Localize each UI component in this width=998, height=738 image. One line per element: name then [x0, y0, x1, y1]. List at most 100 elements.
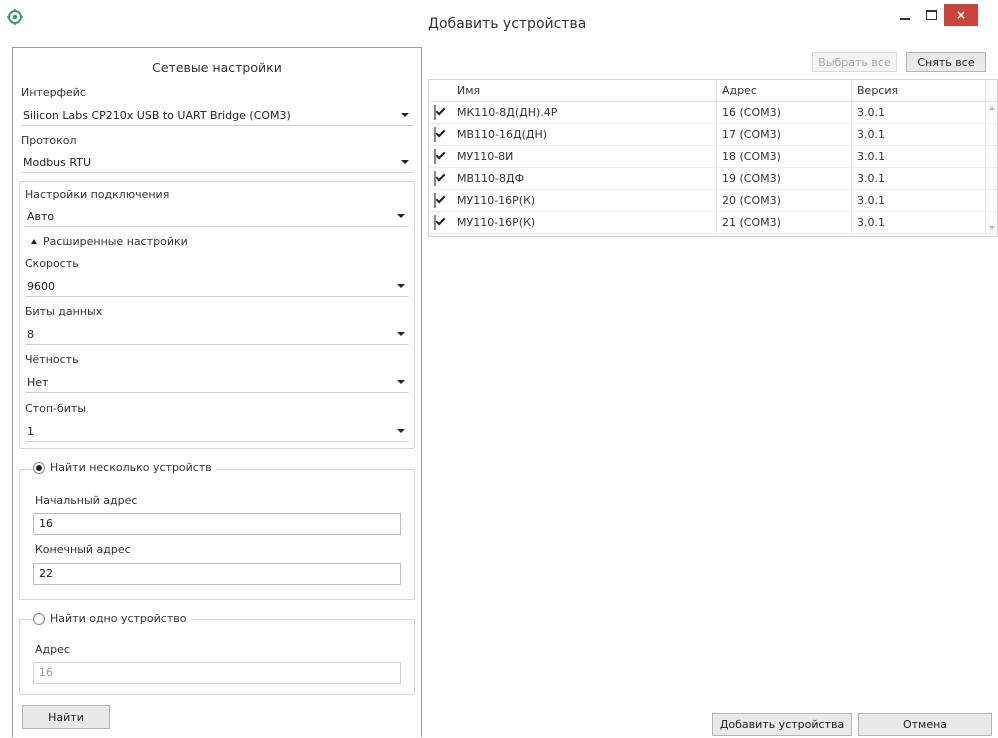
protocol-select[interactable]: Modbus RTU [21, 152, 413, 173]
single-address-label: Адрес [35, 643, 70, 656]
end-address-label: Конечный адрес [35, 543, 131, 556]
cancel-button[interactable]: Отмена [858, 713, 992, 736]
device-version: 3.0.1 [857, 172, 885, 185]
data-bits-label: Биты данных [25, 305, 103, 318]
device-address: 19 (COM3) [717, 168, 852, 189]
devices-table: Имя Адрес Версия МК110-8Д(ДН).4Р 16 (COM… [428, 79, 998, 237]
row-checkbox-cell [429, 102, 452, 123]
checkbox-icon[interactable] [434, 171, 436, 186]
device-version: 3.0.1 [857, 216, 885, 229]
scroll-up-icon[interactable] [989, 106, 995, 110]
table-row[interactable]: МУ110-8И 18 (COM3) 3.0.1 [429, 146, 997, 168]
interface-value: Silicon Labs CP210x USB to UART Bridge (… [23, 108, 291, 122]
device-name: МУ110-16Р(К) [452, 212, 717, 233]
checkbox-icon[interactable] [434, 105, 436, 120]
app-icon [7, 9, 23, 25]
device-name: МУ110-16Р(К) [452, 190, 717, 211]
header-checkbox-cell [429, 80, 452, 101]
device-name: МУ110-8И [452, 146, 717, 167]
start-address-input[interactable]: 16 [33, 513, 401, 535]
stop-bits-select[interactable]: 1 [25, 421, 409, 442]
chevron-down-icon [397, 380, 405, 384]
window-title: Добавить устройства [428, 16, 587, 32]
stop-bits-value: 1 [27, 424, 34, 438]
deselect-all-button[interactable]: Снять все [906, 52, 986, 72]
parity-label: Чётность [25, 353, 79, 366]
stop-bits-label: Стоп-биты [25, 402, 87, 415]
checkbox-icon[interactable] [434, 193, 436, 208]
single-device-label: Найти одно устройство [50, 612, 187, 625]
chevron-down-icon [397, 214, 405, 218]
device-version: 3.0.1 [857, 194, 885, 207]
connection-mode-value: Авто [27, 209, 55, 223]
interface-label: Интерфейс [21, 86, 86, 99]
single-device-option[interactable]: Найти одно устройство [33, 612, 191, 625]
single-address-input[interactable]: 16 [33, 662, 401, 684]
window-controls: × [892, 0, 998, 30]
close-icon[interactable]: × [944, 4, 978, 26]
table-row[interactable]: МК110-8Д(ДН).4Р 16 (COM3) 3.0.1 [429, 102, 997, 124]
chevron-down-icon [397, 284, 405, 288]
minimize-icon[interactable] [892, 4, 918, 26]
device-address: 21 (COM3) [717, 212, 852, 233]
checkbox-icon[interactable] [434, 149, 436, 164]
data-bits-value: 8 [27, 327, 34, 341]
chevron-down-icon [397, 332, 405, 336]
scroll-down-icon[interactable] [989, 226, 995, 230]
start-address-label: Начальный адрес [35, 494, 138, 507]
end-address-input[interactable]: 22 [33, 563, 401, 585]
row-checkbox-cell [429, 146, 452, 167]
device-version: 3.0.1 [857, 150, 885, 163]
device-name: МК110-8Д(ДН).4Р [452, 102, 717, 123]
speed-label: Скорость [25, 257, 79, 270]
table-header: Имя Адрес Версия [429, 80, 997, 102]
device-address: 16 (COM3) [717, 102, 852, 123]
radio-checked-icon[interactable] [33, 461, 45, 474]
device-address: 18 (COM3) [717, 146, 852, 167]
find-button[interactable]: Найти [22, 705, 110, 729]
column-header-name[interactable]: Имя [452, 80, 717, 101]
column-header-address[interactable]: Адрес [717, 80, 852, 101]
network-settings-panel: Сетевые настройки Интерфейс Silicon Labs… [12, 47, 422, 737]
data-bits-select[interactable]: 8 [25, 324, 409, 345]
connection-settings-label: Настройки подключения [25, 188, 170, 201]
collapse-triangle-icon [31, 239, 37, 244]
maximize-icon[interactable] [918, 4, 944, 26]
table-scrollbar[interactable] [985, 80, 997, 236]
device-version: 3.0.1 [857, 128, 885, 141]
device-address: 20 (COM3) [717, 190, 852, 211]
speed-value: 9600 [27, 279, 55, 293]
interface-select[interactable]: Silicon Labs CP210x USB to UART Bridge (… [21, 105, 413, 126]
device-name: МВ110-16Д(ДН) [452, 124, 717, 145]
panel-title: Сетевые настройки [152, 60, 282, 75]
row-checkbox-cell [429, 124, 452, 145]
checkbox-icon[interactable] [434, 215, 436, 230]
chevron-down-icon [401, 113, 409, 117]
row-checkbox-cell [429, 190, 452, 211]
chevron-down-icon [397, 429, 405, 433]
protocol-value: Modbus RTU [23, 155, 91, 169]
advanced-settings-toggle[interactable]: Расширенные настройки [31, 235, 188, 248]
row-checkbox-cell [429, 212, 452, 233]
advanced-settings-label: Расширенные настройки [43, 235, 188, 248]
table-row[interactable]: МУ110-16Р(К) 20 (COM3) 3.0.1 [429, 190, 997, 212]
checkbox-icon[interactable] [434, 127, 436, 142]
select-all-button[interactable]: Выбрать все [812, 52, 897, 72]
table-row[interactable]: МУ110-16Р(К) 21 (COM3) 3.0.1 [429, 212, 997, 234]
table-row[interactable]: МВ110-16Д(ДН) 17 (COM3) 3.0.1 [429, 124, 997, 146]
table-row[interactable]: МВ110-8ДФ 19 (COM3) 3.0.1 [429, 168, 997, 190]
multi-device-label: Найти несколько устройств [50, 461, 212, 474]
add-devices-button[interactable]: Добавить устройства [712, 713, 852, 736]
parity-value: Нет [27, 375, 49, 389]
radio-unchecked-icon[interactable] [33, 612, 45, 625]
speed-select[interactable]: 9600 [25, 276, 409, 297]
device-version: 3.0.1 [857, 106, 885, 119]
protocol-label: Протокол [21, 134, 77, 147]
column-header-version[interactable]: Версия [852, 80, 994, 101]
chevron-down-icon [401, 160, 409, 164]
multi-device-option[interactable]: Найти несколько устройств [33, 461, 216, 474]
parity-select[interactable]: Нет [25, 372, 409, 393]
add-devices-window: Добавить устройства × Сетевые настройки … [0, 0, 998, 738]
connection-mode-select[interactable]: Авто [25, 206, 409, 227]
device-address: 17 (COM3) [717, 124, 852, 145]
